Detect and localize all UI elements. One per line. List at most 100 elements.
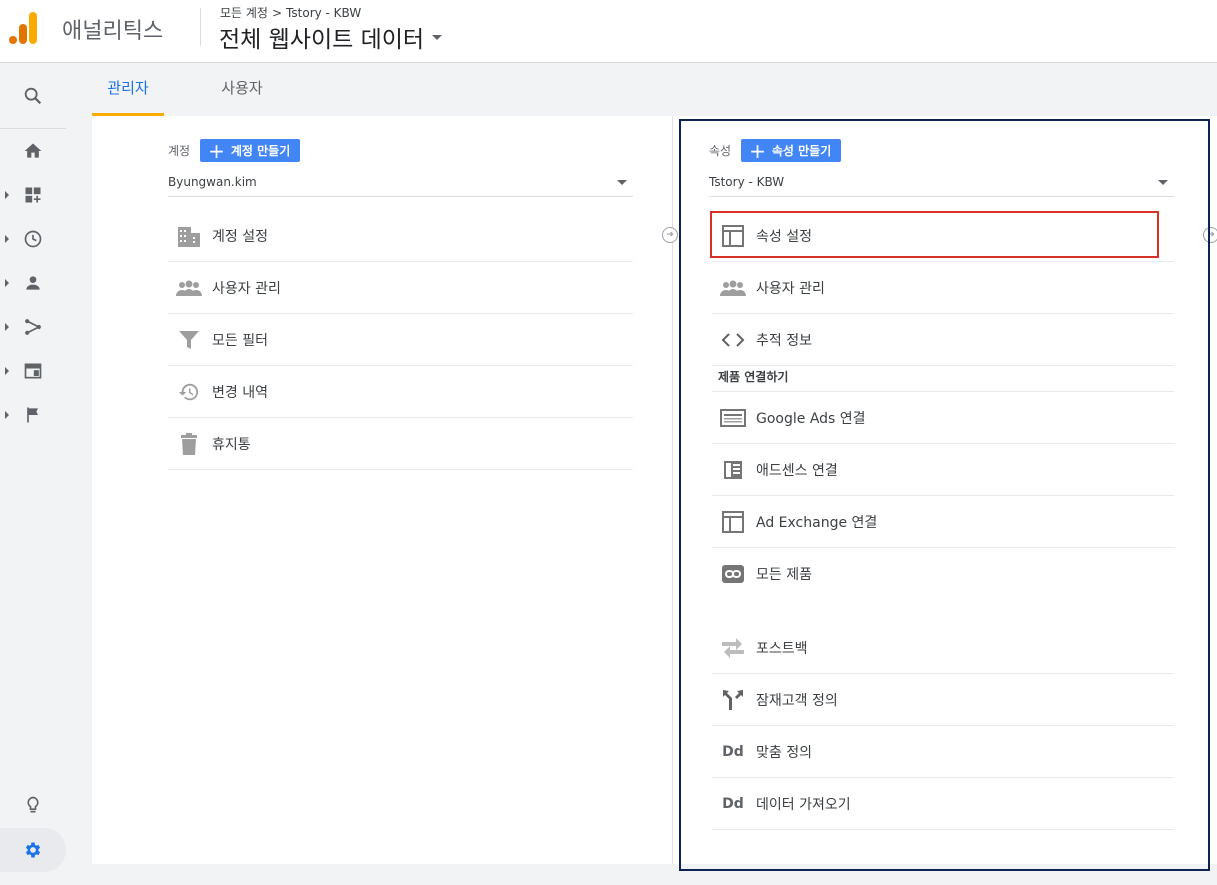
arrow-right-icon: ➜ [662,227,678,243]
dd-glyph: Dd [722,743,744,760]
behavior-icon[interactable] [0,351,66,391]
expand-arrow-icon [5,411,9,419]
account-label: 계정 [168,144,191,158]
postback-icon [720,635,746,661]
menu-label: Ad Exchange 연결 [756,514,878,531]
change-history-item[interactable]: 변경 내역 [168,366,633,418]
create-property-button[interactable]: + 속성 만들기 [741,138,842,163]
create-property-label: 속성 만들기 [771,144,832,158]
menu-label: 사용자 관리 [756,280,825,297]
property-settings-item[interactable]: 속성 설정 [712,210,1174,262]
menu-label: 사용자 관리 [212,280,281,297]
account-selected: Byungwan.kim [168,175,257,189]
chevron-down-icon [617,180,627,185]
expand-arrow-icon [5,235,9,243]
trash-icon [176,431,202,457]
account-column-header: 계정 + 계정 만들기 [168,138,301,163]
adx-icon [720,509,746,535]
view-selector[interactable]: 전체 웹사이트 데이터 [219,20,443,54]
dd-glyph: Dd [722,795,744,812]
discover-icon[interactable] [0,785,66,825]
trash-item[interactable]: 휴지통 [168,418,633,470]
expand-arrow-icon [5,191,9,199]
chevron-down-icon [1158,180,1168,185]
audience-fork-icon [720,687,746,713]
tracking-info-item[interactable]: 추적 정보 [712,314,1174,366]
create-account-button[interactable]: + 계정 만들기 [200,138,301,163]
arrow-right-icon: ➜ [1203,227,1217,243]
menu-label: 속성 설정 [756,228,812,245]
admin-gear-icon[interactable] [0,828,66,872]
audience-icon[interactable] [0,263,66,303]
menu-label: 잠재고객 정의 [756,692,838,709]
breadcrumb-separator: > [271,6,283,20]
conversions-icon[interactable] [0,395,66,435]
app-name: 애널리틱스 [62,19,164,44]
chevron-down-icon [432,34,443,40]
audience-definitions-item[interactable]: 잠재고객 정의 [712,674,1174,726]
ad-exchange-linking-item[interactable]: Ad Exchange 연결 [712,496,1174,548]
property-user-management-item[interactable]: 사용자 관리 [712,262,1174,314]
data-import-item[interactable]: Dd 데이터 가져오기 [712,778,1174,830]
people-icon [720,275,746,301]
customization-icon[interactable] [0,175,66,215]
nav-divider [0,128,66,129]
expand-arrow-icon [5,279,9,287]
property-selector[interactable]: Tstory - KBW [709,175,1174,197]
history-icon [176,379,202,405]
expand-arrow-icon [5,367,9,375]
analytics-logo-icon[interactable] [9,12,39,44]
dd-icon: Dd [720,739,746,765]
menu-label: 맞춤 정의 [756,744,812,761]
custom-definitions-item[interactable]: Dd 맞춤 정의 [712,726,1174,778]
menu-label: 모든 필터 [212,332,268,349]
menu-label: 추적 정보 [756,332,812,349]
left-nav [0,63,66,885]
property-selected: Tstory - KBW [709,175,785,189]
menu-label: 변경 내역 [212,384,268,401]
header-divider [200,8,201,46]
acquisition-icon[interactable] [0,307,66,347]
menu-label: 모든 제품 [756,567,812,583]
property-label: 속성 [709,144,732,158]
postbacks-item[interactable]: 포스트백 [712,622,1174,674]
breadcrumb[interactable]: 모든 계정 > Tstory - KBW [220,4,361,21]
tab-admin[interactable]: 관리자 [92,63,164,116]
account-settings-item[interactable]: 계정 설정 [168,210,633,262]
view-title: 전체 웹사이트 데이터 [219,27,425,53]
google-ads-linking-item[interactable]: Google Ads 연결 [712,392,1174,444]
adsense-linking-item[interactable]: 애드센스 연결 [712,444,1174,496]
top-bar: 애널리틱스 모든 계정 > Tstory - KBW 전체 웹사이트 데이터 [0,0,1217,63]
account-selector[interactable]: Byungwan.kim [168,175,633,197]
code-icon [720,327,746,353]
plus-icon: + [749,138,766,163]
tab-user[interactable]: 사용자 [202,63,282,116]
adsense-icon [720,457,746,483]
breadcrumb-all-accounts[interactable]: 모든 계정 [220,6,268,20]
expand-arrow-icon [5,323,9,331]
layout-icon [720,223,746,249]
breadcrumb-property[interactable]: Tstory - KBW [286,6,361,20]
menu-label: 포스트백 [756,640,808,657]
product-linking-title: 제품 연결하기 [712,366,1174,392]
menu-label: 계정 설정 [212,228,268,245]
account-menu: 계정 설정 사용자 관리 모든 필터 변경 내역 휴지통 [168,210,633,470]
ads-icon [720,405,746,431]
menu-label: 데이터 가져오기 [756,796,851,813]
home-icon[interactable] [0,131,66,171]
create-account-label: 계정 만들기 [230,144,291,158]
all-products-item[interactable]: 모든 제품 [712,548,1174,600]
building-icon [176,223,202,249]
menu-label: Google Ads 연결 [756,410,866,427]
realtime-icon[interactable] [0,219,66,259]
link-icon [720,561,746,587]
filter-icon [176,327,202,353]
property-menu: 속성 설정 사용자 관리 추적 정보 제품 연결하기 Google Ads 연결… [712,210,1174,830]
plus-icon: + [208,138,225,163]
search-icon[interactable] [0,76,66,116]
people-icon [176,275,202,301]
property-column-header: 속성 + 속성 만들기 [709,138,842,163]
all-filters-item[interactable]: 모든 필터 [168,314,633,366]
account-user-management-item[interactable]: 사용자 관리 [168,262,633,314]
